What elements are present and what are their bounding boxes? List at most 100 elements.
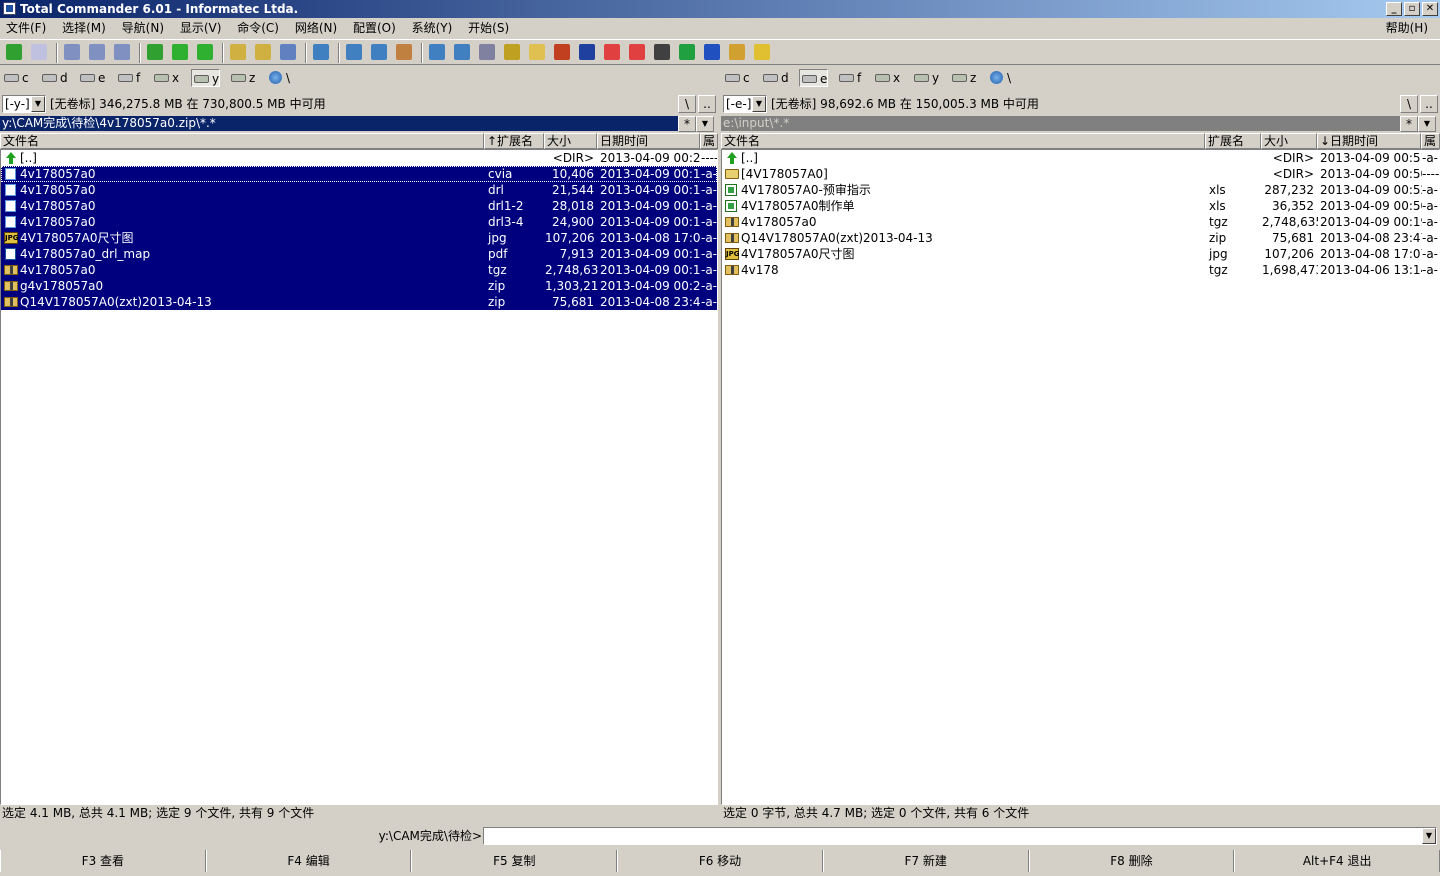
close-button[interactable]: ✕: [1422, 2, 1438, 16]
col-date-header[interactable]: ↓日期时间: [1317, 133, 1421, 149]
menu-view[interactable]: 显示(V): [174, 18, 228, 38]
menu-select[interactable]: 选择(M): [56, 18, 112, 38]
excel-icon[interactable]: [679, 44, 695, 60]
command-input[interactable]: ▼: [483, 827, 1437, 845]
col-ext-header[interactable]: 扩展名: [1205, 133, 1261, 149]
right-parent-button[interactable]: ..: [1420, 95, 1438, 113]
full-view-icon[interactable]: [89, 44, 105, 60]
pack-icon[interactable]: [230, 44, 246, 60]
cube-icon[interactable]: [754, 44, 770, 60]
f4-edit-button[interactable]: F4 编辑: [205, 850, 412, 872]
left-drive-c[interactable]: c: [2, 69, 29, 87]
file-row[interactable]: g4v178057a0zip 1,303,2122013-04-09 00:20-…: [1, 278, 717, 294]
file-row[interactable]: 4v178 tgz 1,698,473 2013-04-06 13:14 -a-: [722, 262, 1439, 278]
menu-start[interactable]: 开始(S): [462, 18, 515, 38]
file-row[interactable]: 4v178057a0 drl 21,544 2013-04-09 00:17 -a-: [1, 182, 717, 198]
file-row[interactable]: 4V178057A0制作单 xls 36,352 2013-04-09 00:50 -a…: [722, 198, 1439, 214]
col-date-header[interactable]: 日期时间: [597, 133, 700, 149]
explorer-icon[interactable]: [729, 44, 745, 60]
left-drive-d[interactable]: d: [40, 69, 68, 87]
file-row[interactable]: 4V178057A0-预审指示 xls 287,232 2013-04-09 00:5…: [722, 182, 1439, 198]
f7-new-button[interactable]: F7 新建: [822, 850, 1029, 872]
col-name-header[interactable]: 文件名: [0, 133, 484, 149]
menu-network[interactable]: 网络(N): [289, 18, 343, 38]
edit-icon[interactable]: [454, 44, 470, 60]
globe-icon[interactable]: [579, 44, 595, 60]
tool-icon[interactable]: [504, 44, 520, 60]
graph-icon[interactable]: [554, 44, 570, 60]
left-drive-network[interactable]: \: [266, 69, 290, 87]
file-row[interactable]: 4v178057a0_drl_map pdf 7,913 2013-04-09 00:…: [1, 246, 717, 262]
tree-view-icon[interactable]: [114, 44, 130, 60]
right-drive-x[interactable]: x: [873, 69, 900, 87]
back-icon[interactable]: [172, 44, 188, 60]
unpack-icon[interactable]: [255, 44, 271, 60]
pdf-icon[interactable]: [604, 44, 620, 60]
file-row[interactable]: 4v178057a0tgz 2,748,6352013-04-09 00:19-a…: [1, 262, 717, 278]
maximize-button[interactable]: ▫: [1404, 2, 1420, 16]
right-history-button[interactable]: *: [1400, 116, 1418, 132]
alt-f4-exit-button[interactable]: Alt+F4 退出: [1234, 850, 1440, 872]
left-file-list[interactable]: [..] <DIR> 2013-04-09 00:20 ---- 4v178057a0 c…: [0, 149, 718, 805]
col-name-header[interactable]: 文件名: [721, 133, 1205, 149]
left-hotlist-button[interactable]: ▼: [696, 116, 714, 132]
col-ext-header[interactable]: ↑扩展名: [484, 133, 544, 149]
refresh-icon[interactable]: [6, 44, 22, 60]
calc-icon[interactable]: [654, 44, 670, 60]
folder-icon[interactable]: [529, 44, 545, 60]
menu-commands[interactable]: 命令(C): [231, 18, 285, 38]
list-icon[interactable]: [479, 44, 495, 60]
right-drive-z[interactable]: z: [950, 69, 976, 87]
sync-icon[interactable]: [371, 44, 387, 60]
right-file-list[interactable]: [..] <DIR> 2013-04-09 00:51 -a- [4V178057A0]…: [721, 149, 1440, 805]
menu-config[interactable]: 配置(O): [347, 18, 402, 38]
file-row[interactable]: 4v178057a0tgz 2,748,6352013-04-09 00:19-a…: [722, 214, 1439, 230]
dropdown-arrow-icon[interactable]: ▼: [1422, 828, 1436, 844]
f5-copy-button[interactable]: F5 复制: [411, 850, 618, 872]
f3-view-button[interactable]: F3 查看: [0, 850, 206, 872]
left-history-button[interactable]: *: [678, 116, 696, 132]
right-root-button[interactable]: \: [1400, 95, 1418, 113]
right-drive-y[interactable]: y: [912, 69, 939, 87]
right-drive-d[interactable]: d: [761, 69, 789, 87]
info-icon[interactable]: [346, 44, 362, 60]
forward-icon[interactable]: [197, 44, 213, 60]
right-drive-e[interactable]: e: [799, 69, 829, 87]
file-row[interactable]: [4V178057A0] <DIR> 2013-04-09 00:50 ----: [722, 166, 1439, 182]
left-root-button[interactable]: \: [678, 95, 696, 113]
ftp-icon[interactable]: [313, 44, 329, 60]
file-row[interactable]: [..] <DIR> 2013-04-09 00:20 ----: [1, 150, 717, 166]
left-drive-y[interactable]: y: [191, 69, 221, 87]
acrobat-icon[interactable]: [629, 44, 645, 60]
menu-system[interactable]: 系统(Y): [406, 18, 459, 38]
file-row[interactable]: 4v178057a0 cvia 10,406 2013-04-09 00:17 -a-: [1, 166, 717, 182]
left-drive-combo[interactable]: [-y-] ▼: [2, 95, 46, 113]
right-drive-network[interactable]: \: [987, 69, 1011, 87]
menu-help[interactable]: 帮助(H): [1380, 18, 1434, 38]
f6-move-button[interactable]: F6 移动: [617, 850, 823, 872]
notepad-icon[interactable]: [429, 44, 445, 60]
right-drive-combo[interactable]: [-e-] ▼: [723, 95, 767, 113]
menu-navigate[interactable]: 导航(N): [116, 18, 170, 38]
swap-panels-icon[interactable]: [147, 44, 163, 60]
col-size-header[interactable]: 大小: [1261, 133, 1317, 149]
file-row[interactable]: [..] <DIR> 2013-04-09 00:51 -a-: [722, 150, 1439, 166]
right-drive-f[interactable]: f: [837, 69, 861, 87]
col-size-header[interactable]: 大小: [544, 133, 597, 149]
file-row[interactable]: Q14V178057A0(zxt)2013-04-13 zip 75,681 2013…: [1, 294, 717, 310]
right-hotlist-button[interactable]: ▼: [1418, 116, 1436, 132]
compare-icon[interactable]: [396, 44, 412, 60]
left-drive-z[interactable]: z: [229, 69, 255, 87]
left-parent-button[interactable]: ..: [698, 95, 716, 113]
brief-view-icon[interactable]: [64, 44, 80, 60]
right-drive-c[interactable]: c: [723, 69, 750, 87]
menu-file[interactable]: 文件(F): [0, 18, 52, 38]
left-drive-f[interactable]: f: [116, 69, 140, 87]
right-path[interactable]: e:\input\*.*: [721, 116, 1400, 131]
left-drive-e[interactable]: e: [78, 69, 105, 87]
col-attr-header[interactable]: 属: [700, 133, 718, 149]
file-row[interactable]: 4v178057a0 drl1-2 28,018 2013-04-09 00:18 -a…: [1, 198, 717, 214]
left-path[interactable]: y:\CAM完成\待检\4v178057a0.zip\*.*: [0, 116, 678, 131]
col-attr-header[interactable]: 属: [1421, 133, 1440, 149]
f8-delete-button[interactable]: F8 删除: [1028, 850, 1235, 872]
